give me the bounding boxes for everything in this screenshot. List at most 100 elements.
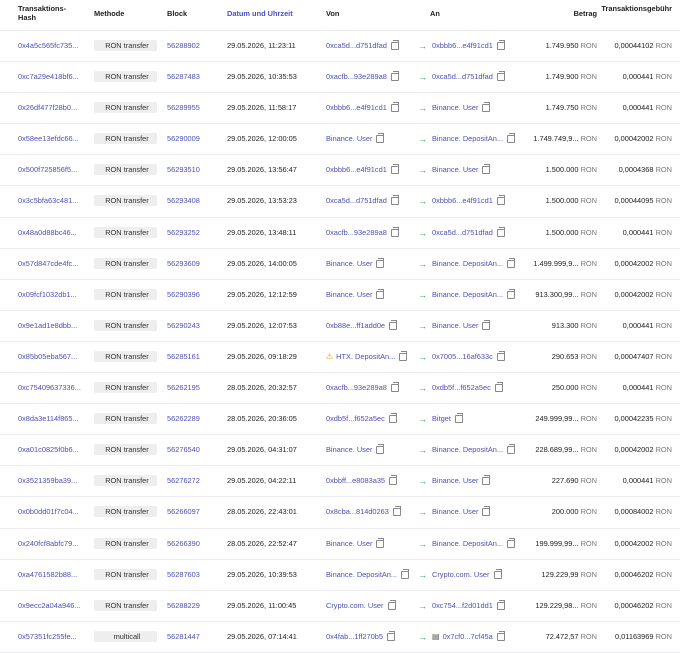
tx-hash-link[interactable]: 0x8da3e114f865... [18,404,79,434]
copy-icon[interactable] [454,413,463,424]
from-address-link[interactable]: Binance. User [326,124,372,154]
block-link[interactable]: 56285161 [167,342,200,372]
copy-icon[interactable] [401,568,410,579]
from-address-link[interactable]: 0xca5d...d751dfad [326,186,387,216]
block-link[interactable]: 56288902 [167,31,200,61]
copy-icon[interactable] [482,164,491,175]
to-address-link[interactable]: Binance. DepositAn... [432,124,503,154]
copy-icon[interactable] [376,133,385,144]
copy-icon[interactable] [376,288,385,299]
to-address-link[interactable]: Binance. DepositAn... [432,529,503,559]
to-address-link[interactable]: Binance. DepositAn... [432,280,503,310]
copy-icon[interactable] [482,102,491,113]
from-address-link[interactable]: 0x8cba...814d0263 [326,497,389,527]
copy-icon[interactable] [388,413,397,424]
tx-hash-link[interactable]: 0x4a5c565fc735... [18,31,78,61]
to-address-link[interactable]: 0xbbb6...e4f91cd1 [432,186,493,216]
from-address-link[interactable]: 0xca5d...d751dfad [326,31,387,61]
tx-hash-link[interactable]: 0x58ee13efdc66... [18,124,79,154]
from-address-link[interactable]: HTX. DepositAn... [336,342,395,372]
to-address-link[interactable]: 0xca5d...d751dfad [432,62,493,92]
block-link[interactable]: 56290009 [167,124,200,154]
tx-hash-link[interactable]: 0xc75409637336... [18,373,81,403]
block-link[interactable]: 56287483 [167,62,200,92]
to-address-link[interactable]: 0xc754...f2d01dd1 [432,591,493,621]
tx-hash-link[interactable]: 0x9ecc2a04a946... [18,591,80,621]
copy-icon[interactable] [387,599,396,610]
to-address-link[interactable]: Binance. User [432,93,478,123]
copy-icon[interactable] [482,475,491,486]
tx-hash-link[interactable]: 0x240fcf8abfc79... [18,529,78,559]
to-address-link[interactable]: Binance. User [432,497,478,527]
to-address-link[interactable]: Binance. User [432,311,478,341]
block-link[interactable]: 56266390 [167,529,200,559]
tx-hash-link[interactable]: 0x26df477f28b0... [18,93,77,123]
block-link[interactable]: 56293252 [167,218,200,248]
to-address-link[interactable]: Crypto.com. User [432,560,490,590]
copy-icon[interactable] [392,506,401,517]
tx-hash-link[interactable]: 0x0b0dd01f7c04... [18,497,79,527]
from-address-link[interactable]: Binance. User [326,280,372,310]
to-address-link[interactable]: 0xdb5f...f652a5ec [432,373,491,403]
col-header-date-toggle[interactable]: Datum und Uhrzeit [227,9,293,18]
tx-hash-link[interactable]: 0x57d847cde4fc... [18,249,78,279]
tx-hash-link[interactable]: 0x9e1ad1e8dbb... [18,311,77,341]
copy-icon[interactable] [376,257,385,268]
tx-hash-link[interactable]: 0x57351fc255fe... [18,622,77,652]
copy-icon[interactable] [496,226,505,237]
copy-icon[interactable] [376,537,385,548]
copy-icon[interactable] [496,195,505,206]
copy-icon[interactable] [390,102,399,113]
from-address-link[interactable]: 0xacfb...93e289a8 [326,62,387,92]
from-address-link[interactable]: 0x4fab...1ff270b5 [326,622,383,652]
tx-hash-link[interactable]: 0xa01c0825f0b6... [18,435,79,465]
from-address-link[interactable]: 0xacfb...93e289a8 [326,373,387,403]
to-address-link[interactable]: Binance. User [432,466,478,496]
tx-hash-link[interactable]: 0xc7a29e418bf6... [18,62,79,92]
to-address-link[interactable]: 0x7005...16af633c [432,342,493,372]
tx-hash-link[interactable]: 0x48a0d88bc46... [18,218,77,248]
from-address-link[interactable]: Binance. User [326,435,372,465]
to-address-link[interactable]: Binance. DepositAn... [432,249,503,279]
block-link[interactable]: 56290243 [167,311,200,341]
copy-icon[interactable] [496,350,505,361]
tx-hash-link[interactable]: 0x85b05eba567... [18,342,77,372]
to-address-link[interactable]: 0x7cf0...7cf45a [443,622,493,652]
copy-icon[interactable] [507,257,516,268]
copy-icon[interactable] [507,537,516,548]
copy-icon[interactable] [389,319,398,330]
copy-icon[interactable] [390,382,399,393]
copy-icon[interactable] [496,40,505,50]
copy-icon[interactable] [496,599,505,610]
block-link[interactable]: 56289955 [167,93,200,123]
block-link[interactable]: 56287603 [167,560,200,590]
tx-hash-link[interactable]: 0x3c5bfa63c481... [18,186,78,216]
from-address-link[interactable]: 0xacfb...93e289a8 [326,218,387,248]
block-link[interactable]: 56262289 [167,404,200,434]
tx-hash-link[interactable]: 0x3521359ba39... [18,466,77,496]
block-link[interactable]: 56290396 [167,280,200,310]
from-address-link[interactable]: Crypto.com. User [326,591,384,621]
copy-icon[interactable] [482,319,491,330]
to-address-link[interactable]: Bitget [432,404,451,434]
from-address-link[interactable]: 0xbbb6...e4f91cd1 [326,93,387,123]
block-link[interactable]: 56293609 [167,249,200,279]
copy-icon[interactable] [494,382,503,393]
copy-icon[interactable] [482,506,491,517]
from-address-link[interactable]: 0xbbff...e8083a35 [326,466,385,496]
block-link[interactable]: 56266097 [167,497,200,527]
block-link[interactable]: 56262195 [167,373,200,403]
from-address-link[interactable]: Binance. User [326,529,372,559]
from-address-link[interactable]: 0xb88e...ff1add0e [326,311,385,341]
copy-icon[interactable] [390,164,399,175]
to-address-link[interactable]: Binance. DepositAn... [432,435,503,465]
tx-hash-link[interactable]: 0x500f725856f5... [18,155,77,185]
block-link[interactable]: 56293408 [167,186,200,216]
block-link[interactable]: 56293510 [167,155,200,185]
copy-icon[interactable] [389,475,398,486]
from-address-link[interactable]: Binance. DepositAn... [326,560,397,590]
to-address-link[interactable]: 0xca5d...d751dfad [432,218,493,248]
copy-icon[interactable] [496,71,505,82]
copy-icon[interactable] [390,71,399,82]
copy-icon[interactable] [507,444,516,455]
